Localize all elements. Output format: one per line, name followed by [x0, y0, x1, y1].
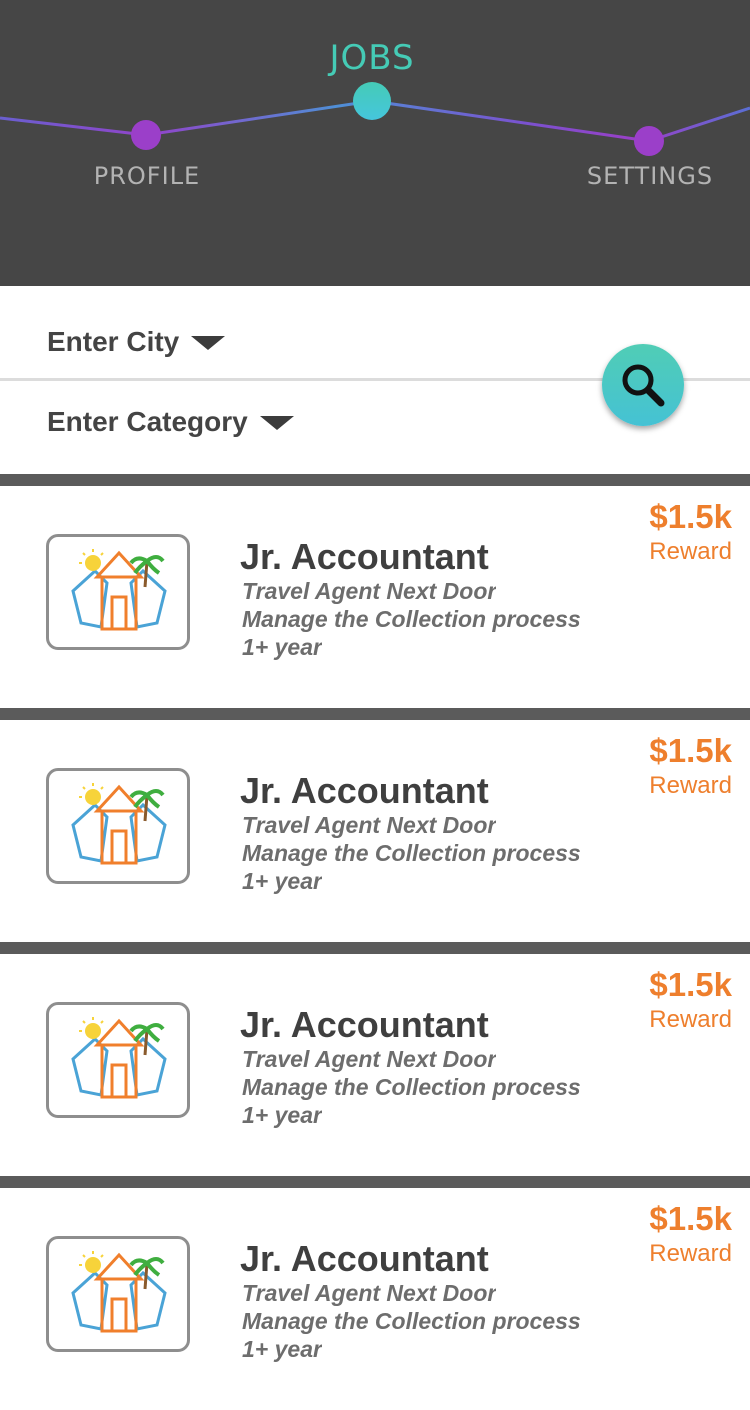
job-experience: 1+ year [242, 634, 322, 660]
job-company: Travel Agent Next Door [242, 812, 497, 838]
list-separator [0, 942, 750, 954]
nav-header: PROFILE JOBS SETTINGS [0, 0, 750, 286]
reward-amount: $1.5k [649, 1200, 732, 1237]
caret-down-icon [191, 336, 226, 350]
caret-down-icon [259, 416, 294, 430]
city-dropdown[interactable]: Enter City [47, 326, 226, 358]
company-logo [46, 1002, 190, 1118]
job-description: Manage the Collection process [242, 840, 581, 866]
job-title: Jr. Accountant [240, 536, 489, 577]
travel-agent-logo-icon [71, 1251, 167, 1333]
nav-dot-settings[interactable] [634, 126, 664, 156]
reward-amount: $1.5k [649, 732, 732, 769]
job-title: Jr. Accountant [240, 770, 489, 811]
reward-amount: $1.5k [649, 966, 732, 1003]
job-title: Jr. Accountant [240, 1238, 489, 1279]
list-separator [0, 1176, 750, 1188]
search-button[interactable] [602, 344, 684, 426]
company-logo [46, 768, 190, 884]
category-dropdown-label: Enter Category [47, 406, 248, 437]
nav-dot-profile[interactable] [131, 120, 161, 150]
travel-agent-logo-icon [71, 783, 167, 865]
list-separator [0, 474, 750, 486]
job-card[interactable]: Jr. Accountant Travel Agent Next Door Ma… [0, 486, 750, 708]
nav-tab-profile[interactable]: PROFILE [47, 162, 247, 190]
job-experience: 1+ year [242, 1336, 322, 1362]
job-description: Manage the Collection process [242, 1074, 581, 1100]
filter-panel: Enter City Enter Category [0, 286, 750, 474]
nav-tab-jobs[interactable]: JOBS [272, 38, 472, 78]
nav-tab-settings[interactable]: SETTINGS [550, 162, 750, 190]
job-list: Jr. Accountant Travel Agent Next Door Ma… [0, 474, 750, 1410]
job-experience: 1+ year [242, 1102, 322, 1128]
reward-label: Reward [649, 1006, 732, 1033]
reward-label: Reward [649, 538, 732, 565]
nav-dot-jobs[interactable] [353, 82, 391, 120]
job-company: Travel Agent Next Door [242, 1046, 497, 1072]
company-logo [46, 1236, 190, 1352]
travel-agent-logo-icon [71, 1017, 167, 1099]
job-experience: 1+ year [242, 868, 322, 894]
city-dropdown-label: Enter City [47, 326, 180, 357]
category-dropdown[interactable]: Enter Category [47, 406, 294, 438]
list-separator [0, 708, 750, 720]
job-card[interactable]: Jr. Accountant Travel Agent Next Door Ma… [0, 1188, 750, 1410]
job-company: Travel Agent Next Door [242, 578, 497, 604]
company-logo [46, 534, 190, 650]
job-title: Jr. Accountant [240, 1004, 489, 1045]
reward-amount: $1.5k [649, 498, 732, 535]
search-icon [622, 364, 665, 407]
job-description: Manage the Collection process [242, 606, 581, 632]
reward-label: Reward [649, 1240, 732, 1267]
travel-agent-logo-icon [71, 549, 167, 631]
job-description: Manage the Collection process [242, 1308, 581, 1334]
reward-label: Reward [649, 772, 732, 799]
job-card[interactable]: Jr. Accountant Travel Agent Next Door Ma… [0, 720, 750, 942]
job-card[interactable]: Jr. Accountant Travel Agent Next Door Ma… [0, 954, 750, 1176]
job-company: Travel Agent Next Door [242, 1280, 497, 1306]
